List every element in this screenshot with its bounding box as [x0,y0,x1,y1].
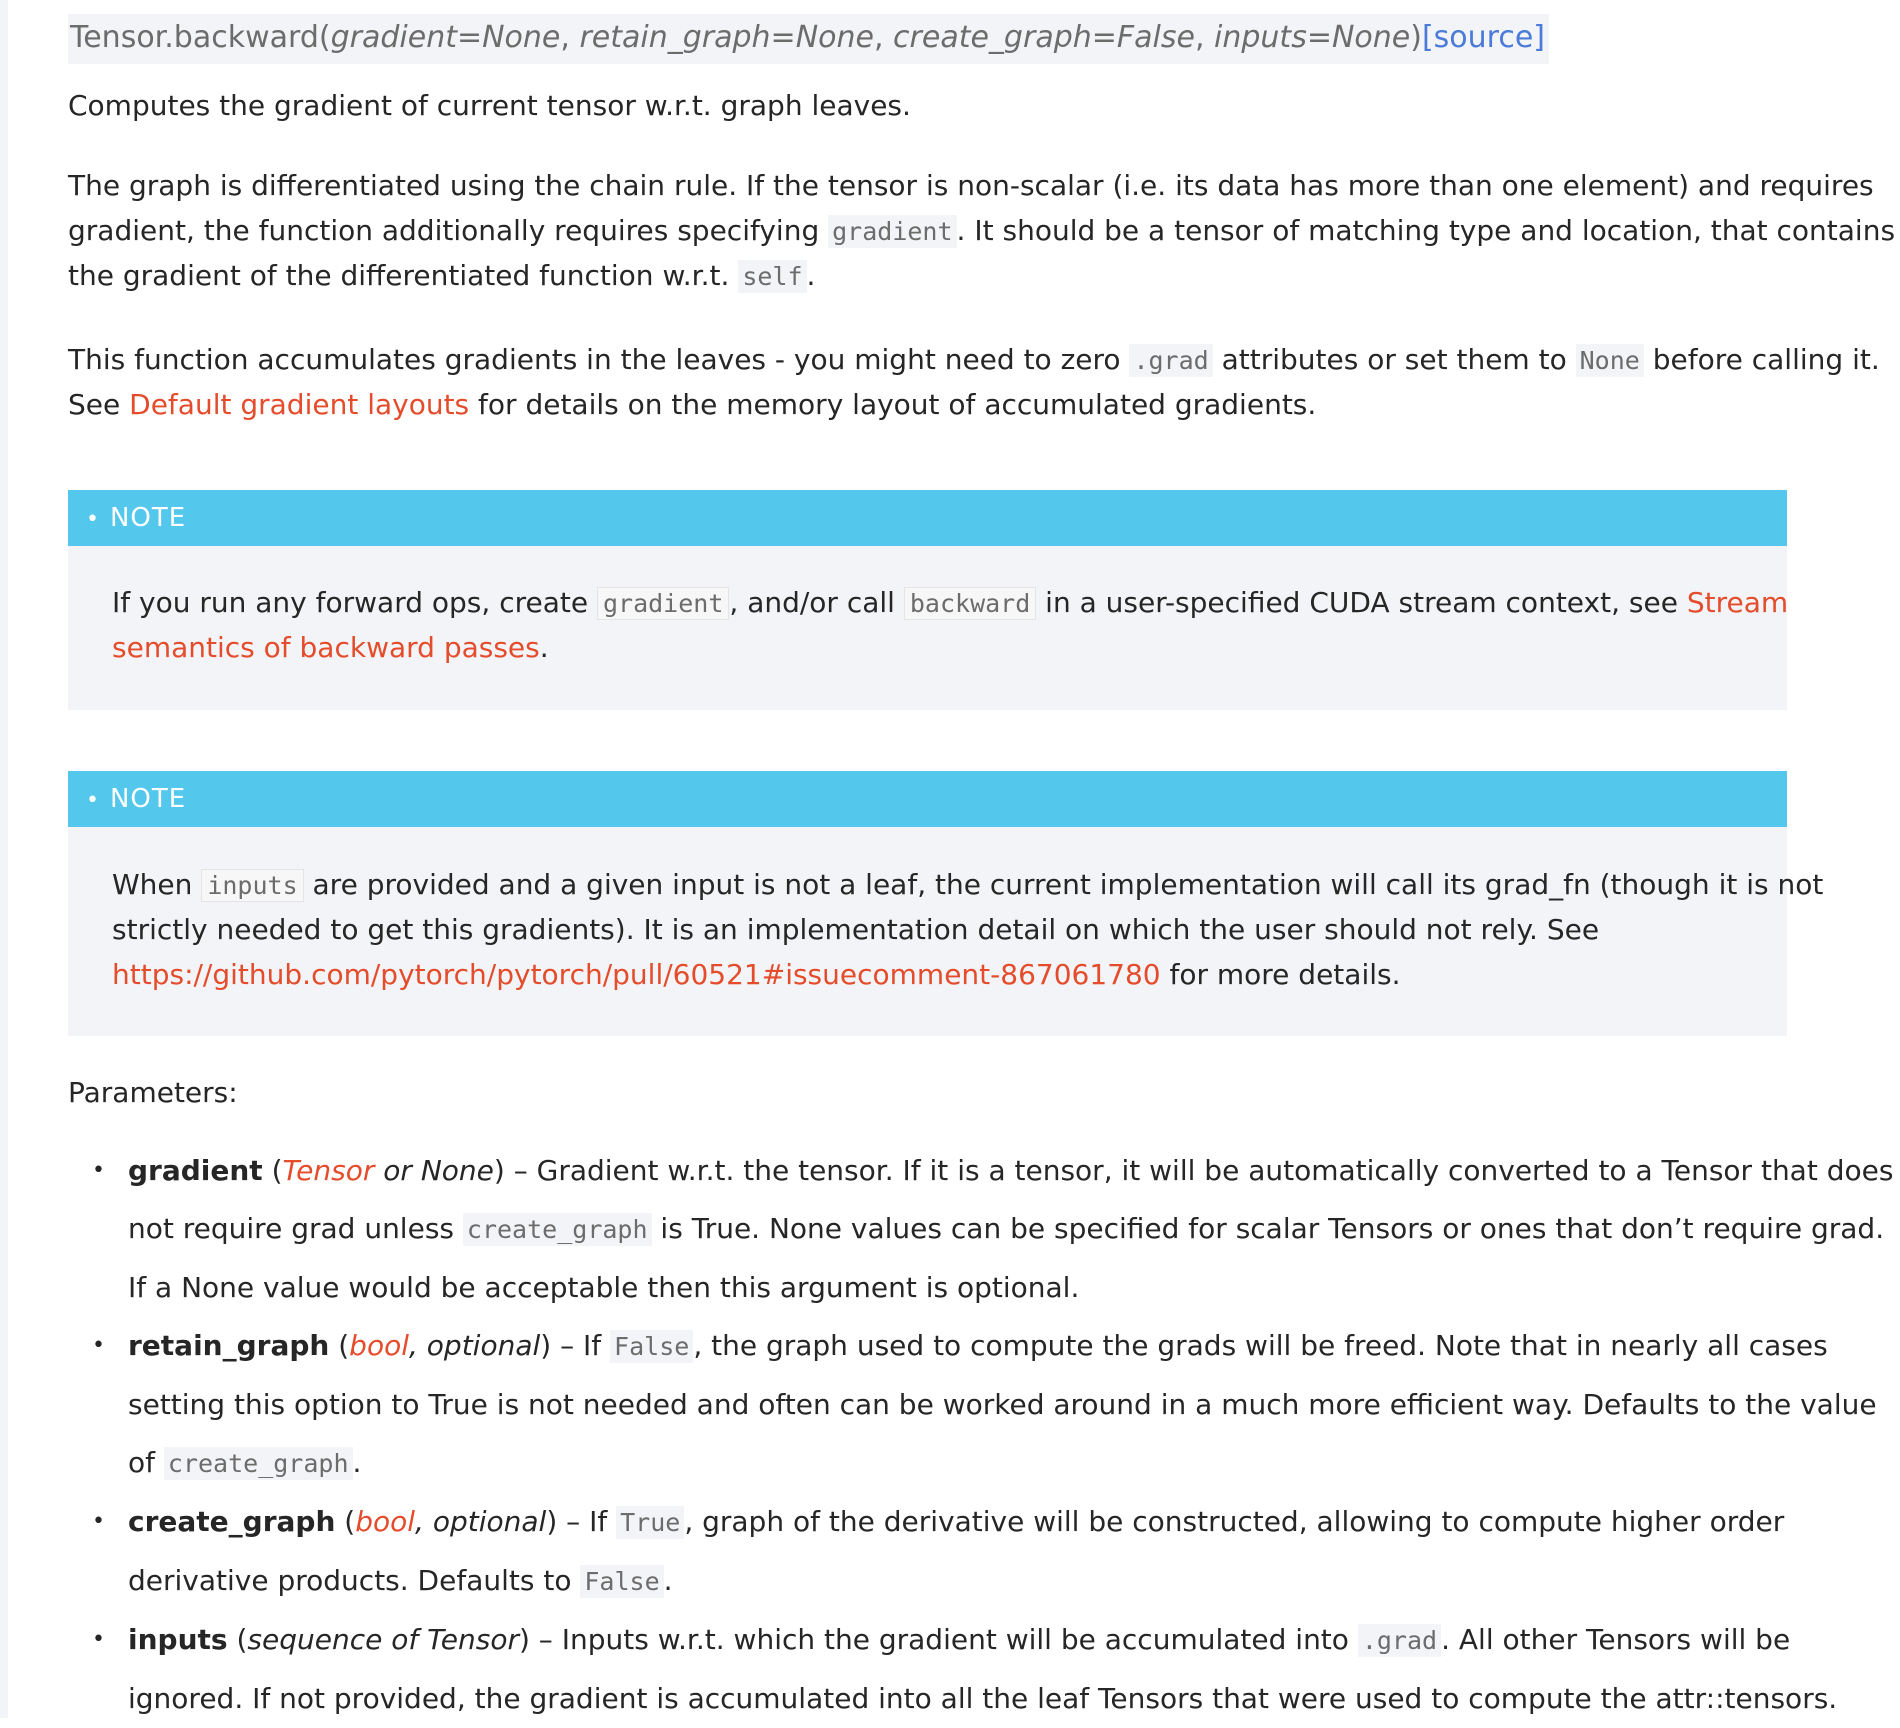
code-backward: backward [903,587,1037,620]
note-box-1: • NOTE If you run any forward ops, create… [68,490,1789,710]
note-title: NOTE [109,784,187,814]
code-inputs: inputs [201,869,304,902]
source-link[interactable]: [source] [1422,20,1545,55]
code-grad: .grad [1357,1624,1442,1657]
note-header: • NOTE [68,490,1787,546]
param-inputs-default: inputs=None [1214,20,1411,55]
list-item: • retain_graph (bool, optional) – If Fal… [68,1317,1893,1493]
function-signature: Tensor.backward(gradient=None, retain_gr… [68,14,1549,64]
parameters-label: Parameters: [68,1076,238,1109]
left-edge-bar [0,0,8,1718]
code-create-graph: create_graph [462,1213,652,1246]
bool-type-link[interactable]: bool [349,1329,409,1362]
param-name: gradient [128,1154,263,1187]
param-name: retain_graph [128,1329,330,1362]
param-type: bool, optional [349,1329,541,1362]
bullet-dot-icon: • [86,507,100,532]
code-none: None [1575,344,1644,377]
code-false: False [580,1565,664,1598]
bullet-icon: • [92,1333,105,1358]
stream-semantics-link[interactable]: Stream [1687,586,1788,619]
param-name: inputs [128,1623,228,1656]
code-self: self [738,260,807,293]
stream-semantics-link-cont[interactable]: semantics of backward passes [112,631,540,664]
note-box-2: • NOTE When inputs are provided and a giv… [68,771,1823,1036]
paragraph-1-line-2: gradient, the function additionally requ… [68,214,1896,248]
default-gradient-layouts-link[interactable]: Default gradient layouts [129,388,469,421]
github-issue-link[interactable]: https://github.com/pytorch/pytorch/pull/… [112,958,1161,991]
param-name: create_graph [128,1505,336,1538]
code-false: False [610,1330,694,1363]
note-1-line-1: If you run any forward ops, create gradi… [112,586,1789,620]
param-gradient-default: gradient=None [330,20,561,55]
note-title: NOTE [109,503,187,533]
param-retain-graph-default: retain_graph=None [579,20,874,55]
summary-text: Computes the gradient of current tensor … [68,89,911,122]
note-2-line-2: strictly needed to get this gradients). … [112,913,1600,946]
bullet-dot-icon: • [86,788,100,813]
parameters-list: • gradient (Tensor or None) – Gradient w… [68,1142,1893,1728]
note-2-line-1: When inputs are provided and a given inp… [112,868,1824,902]
code-gradient: gradient [596,587,730,620]
list-item: • inputs (sequence of Tensor) – Inputs w… [68,1611,1893,1728]
list-item: • gradient (Tensor or None) – Gradient w… [68,1142,1893,1317]
code-grad: .grad [1129,344,1213,377]
code-create-graph: create_graph [163,1447,353,1480]
list-item: • create_graph (bool, optional) – If Tru… [68,1493,1893,1611]
note-header: • NOTE [68,771,1787,827]
param-type: sequence of Tensor [247,1623,519,1656]
bullet-icon: • [92,1627,105,1652]
param-create-graph-default: create_graph=False [893,20,1195,55]
paragraph-2-line-1: This function accumulates gradients in t… [68,343,1880,377]
note-1-line-2: semantics of backward passes. [112,631,549,664]
function-name: Tensor.backward [70,20,319,55]
tensor-type-link[interactable]: Tensor [283,1154,375,1187]
code-true: True [616,1506,685,1539]
bool-type-link[interactable]: bool [355,1505,415,1538]
note-2-line-3: https://github.com/pytorch/pytorch/pull/… [112,958,1401,991]
paragraph-1-line-3: the gradient of the differentiated funct… [68,259,816,293]
param-type: Tensor or None [282,1154,494,1187]
code-gradient: gradient [828,215,957,248]
param-type: bool, optional [355,1505,547,1538]
paragraph-2-line-2: See Default gradient layouts for details… [68,388,1317,421]
bullet-icon: • [92,1509,105,1534]
paragraph-1-line-1: The graph is differentiated using the ch… [68,169,1874,202]
bullet-icon: • [92,1158,105,1183]
